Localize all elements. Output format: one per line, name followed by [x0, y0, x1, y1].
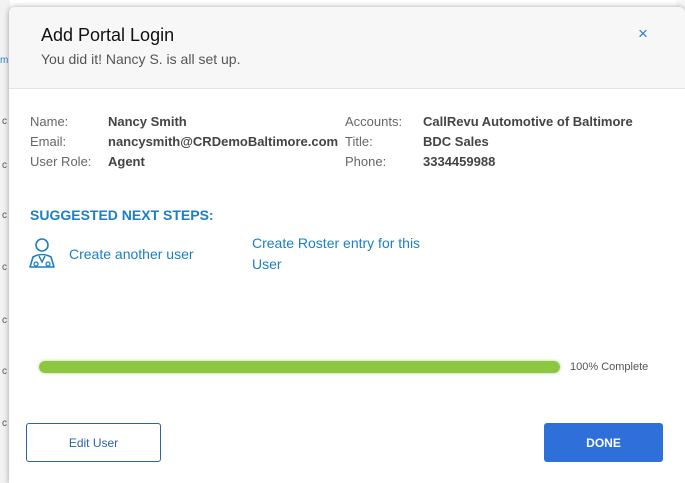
edit-user-button[interactable]: Edit User [26, 423, 161, 462]
modal-header: Add Portal Login You did it! Nancy S. is… [9, 7, 685, 89]
background-glyph: c [2, 366, 7, 377]
title-value: BDC Sales [423, 134, 489, 149]
email-label: Email: [30, 134, 67, 149]
background-glyph: m [0, 55, 9, 66]
modal-subtitle: You did it! Nancy S. is all set up. [41, 51, 241, 67]
suggested-next-steps-heading: SUGGESTED NEXT STEPS: [30, 207, 214, 223]
user-role-label: User Role: [30, 154, 92, 169]
name-label: Name: [30, 114, 69, 129]
background-glyph: c [2, 116, 7, 127]
name-value: Nancy Smith [108, 114, 187, 129]
background-glyph: c [2, 315, 7, 326]
email-value: nancysmith@CRDemoBaltimore.com [108, 134, 339, 149]
progress-bar [39, 361, 560, 373]
done-button[interactable]: DONE [544, 423, 663, 462]
phone-label: Phone: [345, 154, 387, 169]
create-another-user-link[interactable]: Create another user [69, 244, 194, 265]
modal-title: Add Portal Login [41, 25, 175, 45]
progress-label: 100% Complete [570, 361, 649, 373]
background-glyph: c [2, 210, 7, 221]
accounts-label: Accounts: [345, 114, 403, 129]
title-label: Title: [345, 134, 373, 149]
create-roster-entry-line-1: Create Roster entry for this [252, 235, 421, 251]
add-portal-login-modal: Add Portal Login You did it! Nancy S. is… [9, 7, 685, 483]
accounts-value: CallRevu Automotive of Baltimore [423, 114, 633, 129]
user-icon [29, 238, 55, 268]
phone-value: 3334459988 [423, 154, 496, 169]
background-glyph: c [2, 418, 7, 429]
background-glyph: c [2, 160, 7, 171]
background-glyph: c [2, 262, 7, 273]
create-roster-entry-line-2: User [252, 256, 282, 272]
progress-bar-fill [39, 361, 560, 373]
close-icon[interactable]: × [635, 24, 651, 44]
user-role-value: Agent [108, 154, 145, 169]
create-roster-entry-link[interactable]: Create Roster entry for this User [252, 233, 420, 275]
